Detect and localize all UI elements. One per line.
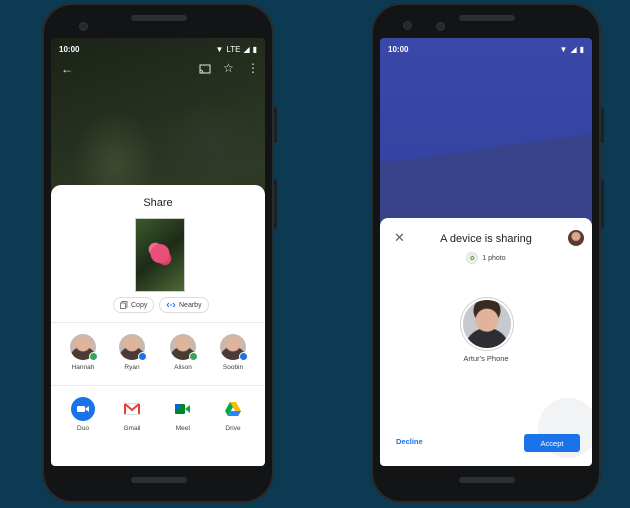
copy-label: Copy <box>131 301 148 309</box>
photo-count: ✿ 1 photo <box>380 252 592 264</box>
message-badge-icon <box>89 352 98 361</box>
copy-icon <box>120 301 128 309</box>
app-name: Drive <box>225 425 241 432</box>
contact-hannah[interactable]: Hannah <box>63 334 103 371</box>
status-time: 10:00 <box>388 44 409 54</box>
incoming-share-card: ✕ A device is sharing ✿ 1 photo Artur's … <box>380 218 592 466</box>
avatar <box>70 334 98 361</box>
bottom-speaker <box>459 477 515 483</box>
photo-icon: ✿ <box>466 252 479 264</box>
meet-icon <box>171 397 195 421</box>
right-screen: 10:00 ▼ ◢ ▮ ✕ A device is sharing ✿ 1 ph… <box>380 38 592 466</box>
duo-badge-icon <box>239 352 248 361</box>
share-sheet: Share Copy Nearby Hannah Ryan Alison Soo… <box>51 185 265 466</box>
drive-icon <box>221 397 245 421</box>
account-avatar[interactable] <box>568 230 584 246</box>
shared-photo-thumbnail <box>135 218 185 292</box>
sender-avatar <box>461 298 513 350</box>
volume-button <box>274 179 277 229</box>
top-speaker <box>459 15 515 21</box>
contact-name: Hannah <box>71 364 95 371</box>
network-label: LTE <box>226 44 241 54</box>
front-camera-secondary <box>437 23 444 30</box>
duo-icon <box>71 397 95 421</box>
signal-icon: ▼ <box>215 44 224 54</box>
app-name: Meet <box>175 425 191 432</box>
cast-icon[interactable] <box>199 63 211 77</box>
status-icons: ▼ LTE ◢ ▮ <box>215 45 257 54</box>
bottom-speaker <box>131 477 187 483</box>
nearby-chip[interactable]: Nearby <box>159 297 209 313</box>
message-badge-icon <box>189 352 198 361</box>
photo-count-label: 1 photo <box>482 254 506 262</box>
contact-name: Ryan <box>124 364 140 371</box>
status-bar: 10:00 ▼ LTE ◢ ▮ <box>59 42 257 56</box>
battery-icon: ▮ <box>252 44 257 54</box>
left-screen: 10:00 ▼ LTE ◢ ▮ ← ☆ ⋮ Share Copy Nearby <box>51 38 265 466</box>
avatar <box>119 334 147 361</box>
right-phone: 10:00 ▼ ◢ ▮ ✕ A device is sharing ✿ 1 ph… <box>371 3 604 503</box>
contact-ryan[interactable]: Ryan <box>112 334 152 371</box>
app-name: Gmail <box>123 425 141 432</box>
avatar <box>220 334 248 361</box>
contact-name: Soobin <box>222 364 244 371</box>
accept-button[interactable]: Accept <box>524 434 580 452</box>
battery-icon: ▮ <box>579 44 584 54</box>
top-speaker <box>131 15 187 21</box>
front-camera <box>80 23 87 30</box>
status-icons: ▼ ◢ ▮ <box>560 45 584 54</box>
sender-device-name: Artur's Phone <box>463 354 509 363</box>
contact-name: Alison <box>174 364 192 371</box>
arrow-left-icon[interactable]: ← <box>61 62 73 76</box>
app-meet[interactable]: Meet <box>163 397 203 432</box>
volume-button <box>601 179 604 229</box>
nearby-label: Nearby <box>179 301 202 309</box>
nearby-icon <box>166 302 176 308</box>
card-title: A device is sharing <box>440 233 532 245</box>
chips-divider <box>51 322 265 323</box>
app-duo[interactable]: Duo <box>63 397 103 432</box>
app-name: Duo <box>77 425 89 432</box>
status-bar: 10:00 ▼ ◢ ▮ <box>388 42 584 56</box>
signal-strength-icon: ◢ <box>570 44 577 54</box>
power-button <box>274 107 277 143</box>
wifi-icon: ▼ <box>559 44 568 54</box>
front-camera <box>404 22 411 29</box>
more-vert-icon[interactable]: ⋮ <box>247 61 259 75</box>
app-drive[interactable]: Drive <box>213 397 253 432</box>
signal-strength-icon: ◢ <box>243 44 250 54</box>
contact-soobin[interactable]: Soobin <box>213 334 253 371</box>
share-title: Share <box>143 197 173 209</box>
gmail-icon <box>120 397 144 421</box>
avatar <box>170 334 198 361</box>
contact-alison[interactable]: Alison <box>163 334 203 371</box>
copy-chip[interactable]: Copy <box>113 297 155 313</box>
contacts-divider <box>51 385 265 386</box>
status-time: 10:00 <box>59 44 80 54</box>
power-button <box>601 107 604 143</box>
duo-badge-icon <box>138 352 147 361</box>
app-gmail[interactable]: Gmail <box>112 397 152 432</box>
decline-button[interactable]: Decline <box>396 437 423 446</box>
left-phone: 10:00 ▼ LTE ◢ ▮ ← ☆ ⋮ Share Copy Nearby <box>42 3 277 503</box>
star-icon[interactable]: ☆ <box>223 61 234 75</box>
